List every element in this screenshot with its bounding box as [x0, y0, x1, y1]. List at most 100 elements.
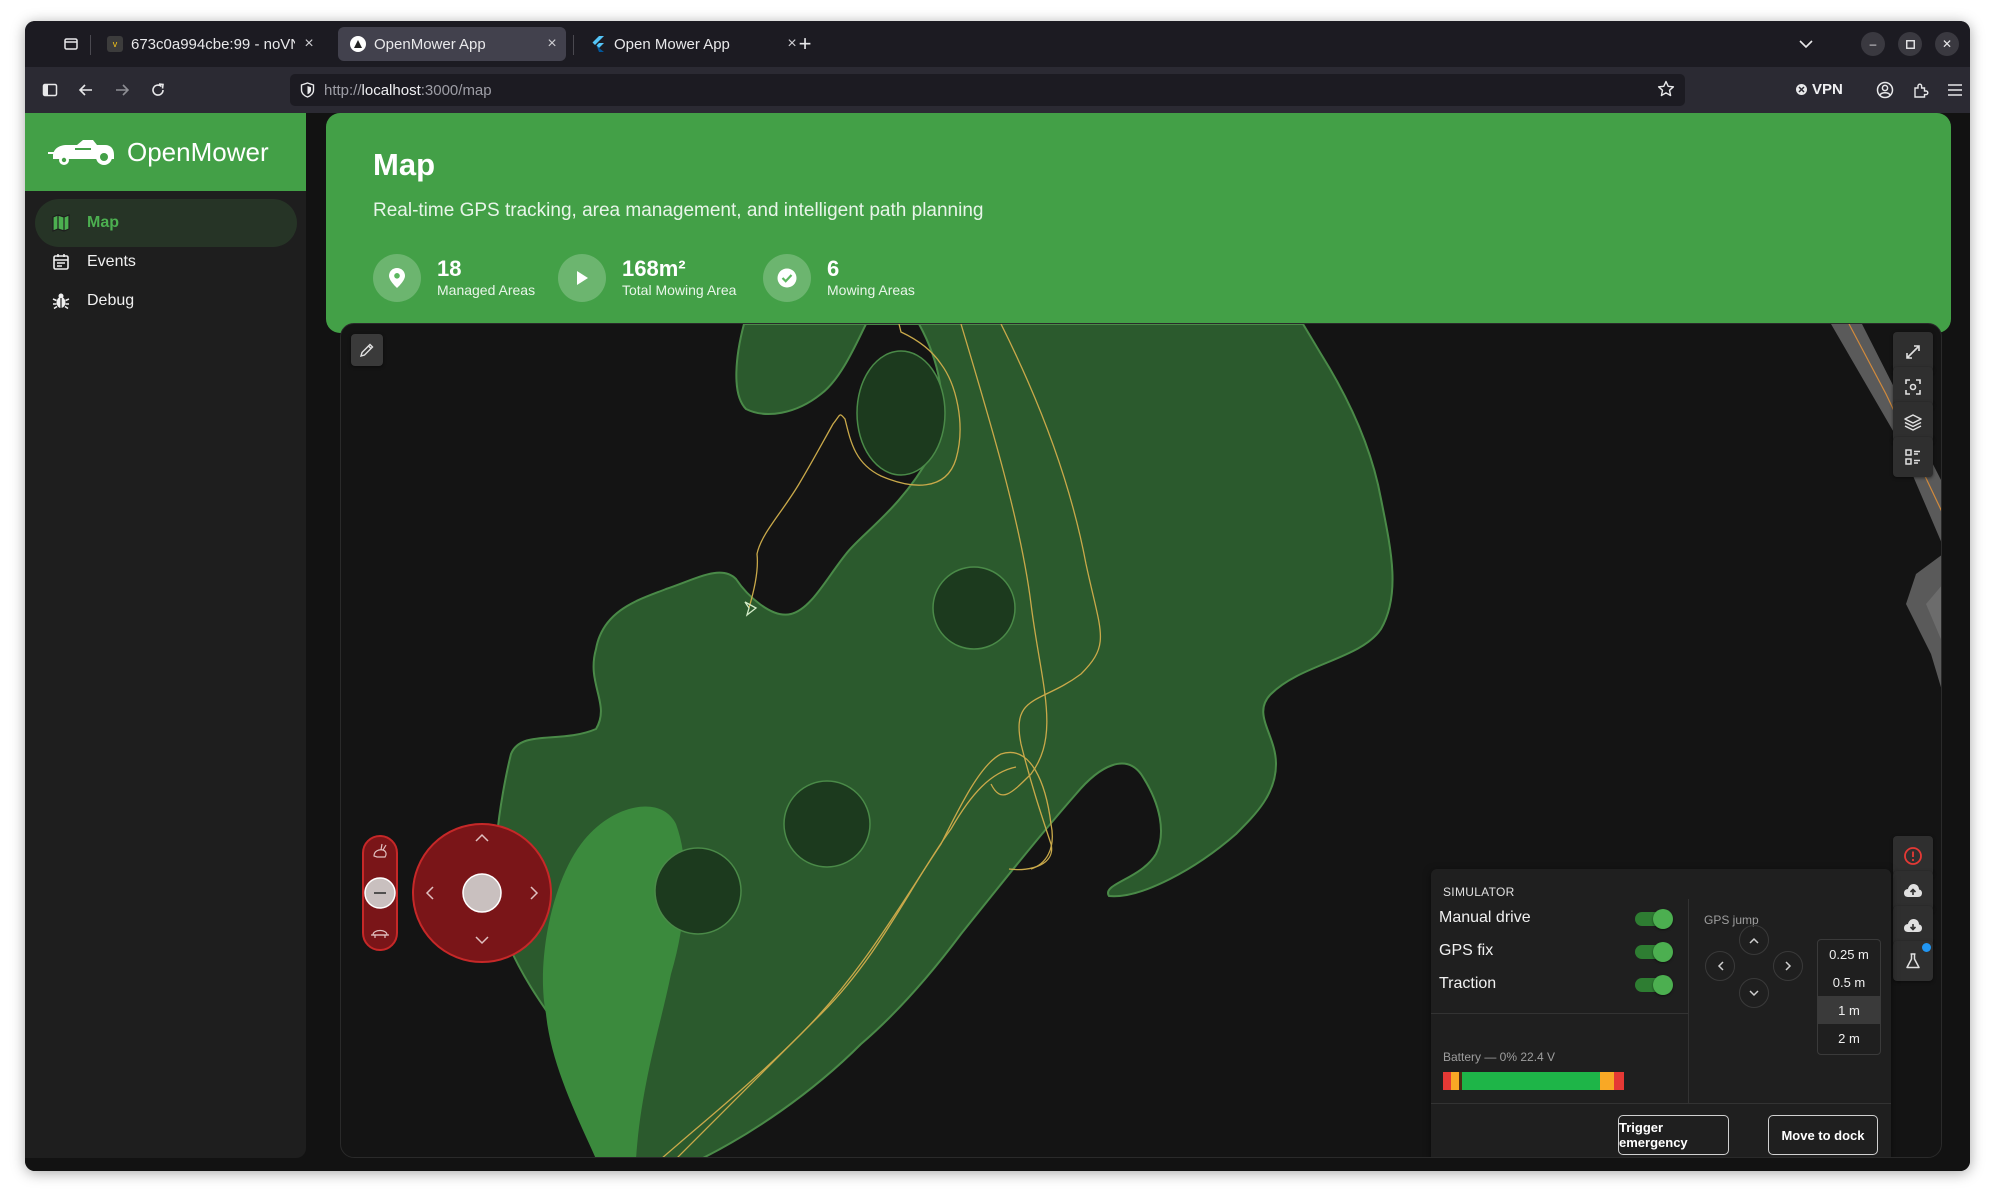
- back-icon[interactable]: [71, 75, 101, 105]
- tab-openmower[interactable]: OpenMower App ×: [338, 27, 566, 61]
- toggle-switch[interactable]: [1635, 942, 1673, 962]
- openmower-favicon: [350, 36, 366, 52]
- stat-total-mowing-area: 168m² Total Mowing Area: [558, 254, 736, 302]
- tab-title: 673c0a994cbe:99 - noVNC: [131, 35, 295, 53]
- stat-label: Managed Areas: [437, 282, 536, 298]
- fullscreen-button[interactable]: [1893, 332, 1933, 372]
- page-header: Map Real-time GPS tracking, area managem…: [326, 113, 1951, 333]
- focus-icon: [1905, 379, 1921, 395]
- stat-managed-areas: 18 Managed Areas: [373, 254, 535, 302]
- toggle-switch[interactable]: [1635, 909, 1673, 929]
- navigation-bar: http://localhost:3000/map VPN: [25, 67, 1970, 113]
- minimize-icon[interactable]: –: [1861, 32, 1885, 56]
- play-icon: [558, 254, 606, 302]
- battery-label: Battery — 0% 22.4 V: [1443, 1050, 1556, 1064]
- gps-jump-down-button[interactable]: [1739, 978, 1769, 1008]
- cloud-download-icon: [1904, 919, 1922, 932]
- toggle-gps-fix[interactable]: GPS fix: [1439, 936, 1679, 966]
- flutter-favicon: [590, 36, 606, 52]
- move-to-dock-button[interactable]: Move to dock: [1768, 1115, 1878, 1155]
- upload-button[interactable]: [1893, 871, 1933, 911]
- emergency-status-button[interactable]: [1893, 836, 1933, 876]
- joystick-knob: [462, 873, 502, 913]
- simulator-toggle-button[interactable]: [1893, 941, 1933, 981]
- obstacle-area: [932, 566, 1016, 650]
- map-canvas[interactable]: SIMULATOR Manual drive GPS fix Traction: [340, 323, 1942, 1158]
- download-button[interactable]: [1893, 906, 1933, 946]
- new-tab-button[interactable]: +: [793, 31, 817, 56]
- gps-jump-left-button[interactable]: [1705, 951, 1735, 981]
- page-subtitle: Real-time GPS tracking, area management,…: [373, 200, 984, 221]
- jump-option[interactable]: 0.25 m: [1818, 940, 1880, 968]
- url-text: http://localhost:3000/map: [324, 81, 492, 99]
- mowing-area: [735, 324, 868, 415]
- list-all-tabs-icon[interactable]: [1794, 32, 1818, 56]
- novnc-favicon: v: [107, 36, 123, 52]
- brand-header[interactable]: OpenMower: [25, 113, 306, 191]
- toggle-traction[interactable]: Traction: [1439, 969, 1679, 999]
- brand-name: OpenMower: [127, 136, 269, 167]
- gps-jump-up-button[interactable]: [1739, 925, 1769, 955]
- sidebar-item-label: Events: [87, 253, 136, 270]
- jump-option[interactable]: 2 m: [1818, 1024, 1880, 1052]
- chevron-right-icon: [1784, 961, 1791, 971]
- vpn-button[interactable]: VPN: [1795, 81, 1843, 98]
- tab-overview-icon[interactable]: [59, 32, 83, 56]
- main-content: Map Real-time GPS tracking, area managem…: [326, 113, 1951, 1158]
- chevron-up-icon: [1749, 937, 1759, 944]
- edit-map-button[interactable]: [351, 334, 383, 366]
- location-pin-icon: [373, 254, 421, 302]
- toggle-switch[interactable]: [1635, 975, 1673, 995]
- toggle-label: Traction: [1439, 975, 1497, 992]
- vpn-icon: [1796, 84, 1807, 95]
- openmower-logo-icon: [48, 140, 114, 165]
- recenter-button[interactable]: [1893, 367, 1933, 407]
- layers-button[interactable]: [1893, 402, 1933, 442]
- legend-button[interactable]: [1893, 437, 1933, 477]
- address-bar[interactable]: http://localhost:3000/map: [290, 74, 1685, 106]
- alert-circle-icon: [1904, 847, 1922, 865]
- gps-jump-right-button[interactable]: [1773, 951, 1803, 981]
- layers-icon: [1904, 414, 1922, 431]
- trigger-emergency-button[interactable]: Trigger emergency: [1618, 1115, 1729, 1155]
- expand-icon: [1906, 345, 1920, 359]
- obstacle-area: [783, 780, 871, 868]
- obstacle-area: [856, 350, 946, 476]
- toggle-label: Manual drive: [1439, 909, 1531, 926]
- simulator-panel: SIMULATOR Manual drive GPS fix Traction: [1431, 869, 1891, 1157]
- gps-jump-distance-selector[interactable]: 0.25 m 0.5 m 1 m 2 m: [1817, 939, 1881, 1055]
- cloud-upload-icon: [1904, 884, 1922, 897]
- tab-open-mower-app[interactable]: Open Mower App ×: [578, 27, 806, 61]
- pencil-icon: [359, 343, 374, 358]
- map-icon: [35, 214, 87, 232]
- tab-strip: v 673c0a994cbe:99 - noVNC × OpenMower Ap…: [25, 21, 1970, 67]
- maximize-icon[interactable]: [1898, 32, 1922, 56]
- battery-slider[interactable]: [1443, 1072, 1676, 1090]
- reload-icon[interactable]: [143, 75, 173, 105]
- calendar-icon: [35, 253, 87, 271]
- sidebar-item-debug[interactable]: Debug: [35, 277, 297, 325]
- check-circle-icon: [763, 254, 811, 302]
- stat-value: 168m²: [622, 256, 686, 281]
- account-icon[interactable]: [1870, 75, 1900, 105]
- simulator-title: SIMULATOR: [1443, 885, 1515, 899]
- close-window-icon[interactable]: ✕: [1935, 32, 1959, 56]
- stat-label: Total Mowing Area: [622, 282, 737, 298]
- stat-value: 18: [437, 256, 462, 281]
- notification-dot: [1922, 943, 1931, 952]
- sidebar-toggle-icon[interactable]: [35, 75, 65, 105]
- chevron-left-icon: [1717, 961, 1724, 971]
- jump-option-selected[interactable]: 1 m: [1818, 996, 1880, 1024]
- toggle-manual-drive[interactable]: Manual drive: [1439, 903, 1679, 933]
- bookmark-star-icon[interactable]: [1657, 80, 1675, 103]
- extensions-icon[interactable]: [1905, 75, 1935, 105]
- list-icon: [1905, 449, 1920, 465]
- forward-icon[interactable]: [107, 75, 137, 105]
- close-tab-icon[interactable]: ×: [538, 35, 566, 53]
- tab-title: Open Mower App: [614, 35, 730, 53]
- jump-option[interactable]: 0.5 m: [1818, 968, 1880, 996]
- close-tab-icon[interactable]: ×: [295, 35, 323, 53]
- site-security-icon[interactable]: [290, 82, 324, 98]
- tab-novnc[interactable]: v 673c0a994cbe:99 - noVNC ×: [95, 27, 323, 61]
- menu-icon[interactable]: [1940, 75, 1970, 105]
